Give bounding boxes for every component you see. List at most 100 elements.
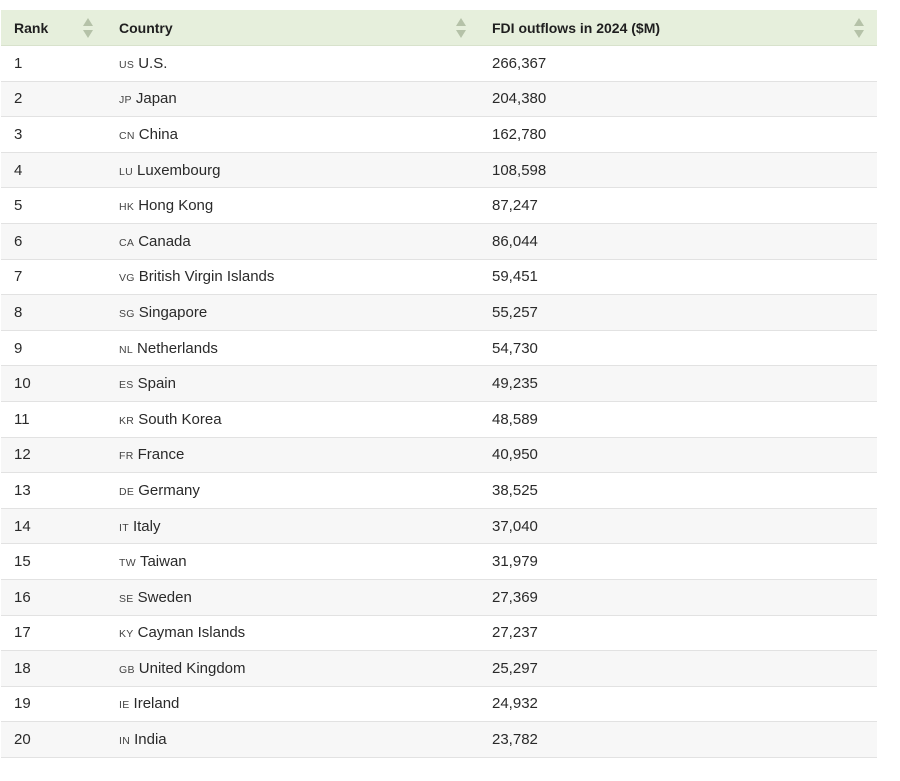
table-row: 11 KR South Korea 48,589 bbox=[1, 402, 877, 438]
fdi-value-cell: 204,380 bbox=[492, 90, 547, 108]
country-name: U.S. bbox=[138, 54, 168, 72]
country-code: VG bbox=[119, 272, 135, 285]
country-name: Ireland bbox=[133, 695, 180, 713]
country-name: Sweden bbox=[137, 588, 192, 606]
country-cell: KR South Korea bbox=[106, 411, 479, 428]
rank-cell: 15 bbox=[14, 553, 31, 571]
country-name: Spain bbox=[137, 375, 176, 393]
rank-cell: 1 bbox=[14, 54, 23, 72]
rank-cell: 3 bbox=[14, 125, 23, 143]
country-cell: IE Ireland bbox=[106, 695, 479, 712]
rank-cell: 20 bbox=[14, 731, 31, 749]
table-row: 8 SG Singapore 55,257 bbox=[1, 295, 877, 331]
table-row: 18 GB United Kingdom 25,297 bbox=[1, 651, 877, 687]
country-name: British Virgin Islands bbox=[138, 268, 275, 286]
table-row: 5 HK Hong Kong 87,247 bbox=[1, 188, 877, 224]
fdi-value-cell: 87,247 bbox=[492, 197, 538, 215]
rank-cell: 10 bbox=[14, 375, 31, 393]
country-cell: KY Cayman Islands bbox=[106, 624, 479, 641]
country-code: IE bbox=[119, 699, 130, 712]
country-name: China bbox=[138, 125, 178, 143]
country-cell: NL Netherlands bbox=[106, 340, 479, 357]
country-code: US bbox=[119, 58, 135, 71]
country-name: Italy bbox=[132, 517, 161, 535]
table-row: 7 VG British Virgin Islands 59,451 bbox=[1, 260, 877, 296]
country-name: South Korea bbox=[138, 410, 222, 428]
table-row: 13 DE Germany 38,525 bbox=[1, 473, 877, 509]
header-fdi-outflows[interactable]: FDI outflows in 2024 ($M) bbox=[479, 10, 877, 45]
country-code: CA bbox=[119, 236, 135, 249]
country-cell: TW Taiwan bbox=[106, 553, 479, 570]
country-code: GB bbox=[119, 663, 135, 676]
table-row: 16 SE Sweden 27,369 bbox=[1, 579, 877, 616]
fdi-value-cell: 38,525 bbox=[492, 481, 538, 499]
country-name: Hong Kong bbox=[138, 197, 214, 215]
table-row: 9 NL Netherlands 54,730 bbox=[1, 331, 877, 367]
country-code: IN bbox=[119, 735, 131, 748]
country-name: Luxembourg bbox=[137, 161, 221, 179]
country-name: Canada bbox=[138, 232, 191, 250]
country-code: TW bbox=[119, 557, 136, 570]
rank-cell: 2 bbox=[14, 90, 23, 108]
country-cell: US U.S. bbox=[106, 55, 479, 72]
country-code: LU bbox=[119, 165, 134, 178]
table-row: 2 JP Japan 204,380 bbox=[1, 81, 877, 118]
country-code: CN bbox=[119, 129, 135, 142]
rank-cell: 4 bbox=[14, 161, 23, 179]
country-cell: VG British Virgin Islands bbox=[106, 268, 479, 285]
country-cell: LU Luxembourg bbox=[106, 162, 479, 179]
fdi-value-cell: 55,257 bbox=[492, 303, 538, 321]
country-name: India bbox=[134, 731, 167, 749]
country-cell: HK Hong Kong bbox=[106, 197, 479, 214]
table-body: 1 US U.S. 266,367 2 JP Japan 204,380 3 CN China 162… bbox=[1, 46, 877, 758]
table-row: 20 IN India 23,782 bbox=[1, 722, 877, 758]
fdi-value-cell: 86,044 bbox=[492, 232, 538, 250]
rank-cell: 11 bbox=[14, 410, 30, 428]
country-cell: CN China bbox=[106, 126, 479, 143]
country-code: KR bbox=[119, 414, 135, 427]
table-row: 17 KY Cayman Islands 27,237 bbox=[1, 616, 877, 652]
table-row: 1 US U.S. 266,367 bbox=[1, 46, 877, 82]
country-name: Cayman Islands bbox=[137, 624, 246, 642]
country-code: DE bbox=[119, 485, 135, 498]
rank-cell: 7 bbox=[14, 268, 23, 286]
rank-cell: 17 bbox=[14, 624, 31, 642]
country-name: Taiwan bbox=[139, 553, 187, 571]
fdi-value-cell: 27,237 bbox=[492, 624, 538, 642]
country-cell: SG Singapore bbox=[106, 304, 479, 321]
sort-icon[interactable] bbox=[853, 17, 865, 39]
country-cell: GB United Kingdom bbox=[106, 660, 479, 677]
rank-cell: 13 bbox=[14, 481, 31, 499]
sort-icon[interactable] bbox=[455, 17, 467, 39]
table-row: 12 FR France 40,950 bbox=[1, 437, 877, 474]
fdi-value-cell: 266,367 bbox=[492, 54, 547, 72]
country-code: HK bbox=[119, 201, 135, 214]
rank-cell: 5 bbox=[14, 197, 23, 215]
rank-cell: 12 bbox=[14, 446, 31, 464]
country-name: Germany bbox=[138, 481, 200, 499]
fdi-value-cell: 54,730 bbox=[492, 339, 538, 357]
fdi-value-cell: 31,979 bbox=[492, 553, 538, 571]
country-name: Singapore bbox=[138, 303, 208, 321]
country-code: ES bbox=[119, 379, 134, 392]
fdi-outflows-table: Rank Country FDI outflows in 2024 ($M) 1… bbox=[1, 10, 877, 758]
fdi-value-cell: 48,589 bbox=[492, 410, 538, 428]
fdi-value-cell: 23,782 bbox=[492, 731, 538, 749]
country-code: NL bbox=[119, 343, 134, 356]
header-fdi-label: FDI outflows in 2024 ($M) bbox=[492, 19, 661, 36]
header-country[interactable]: Country bbox=[106, 10, 479, 45]
country-code: FR bbox=[119, 450, 134, 463]
country-name: United Kingdom bbox=[138, 659, 246, 677]
sort-icon[interactable] bbox=[82, 17, 94, 39]
fdi-value-cell: 40,950 bbox=[492, 446, 538, 464]
table-row: 6 CA Canada 86,044 bbox=[1, 223, 877, 260]
country-name: France bbox=[137, 446, 185, 464]
country-code: KY bbox=[119, 628, 134, 641]
country-cell: FR France bbox=[106, 446, 479, 463]
header-rank[interactable]: Rank bbox=[1, 10, 106, 45]
fdi-value-cell: 27,369 bbox=[492, 588, 538, 606]
fdi-value-cell: 25,297 bbox=[492, 659, 538, 677]
table-header-row: Rank Country FDI outflows in 2024 ($M) bbox=[1, 10, 877, 46]
country-name: Japan bbox=[135, 90, 177, 108]
country-cell: DE Germany bbox=[106, 482, 479, 499]
